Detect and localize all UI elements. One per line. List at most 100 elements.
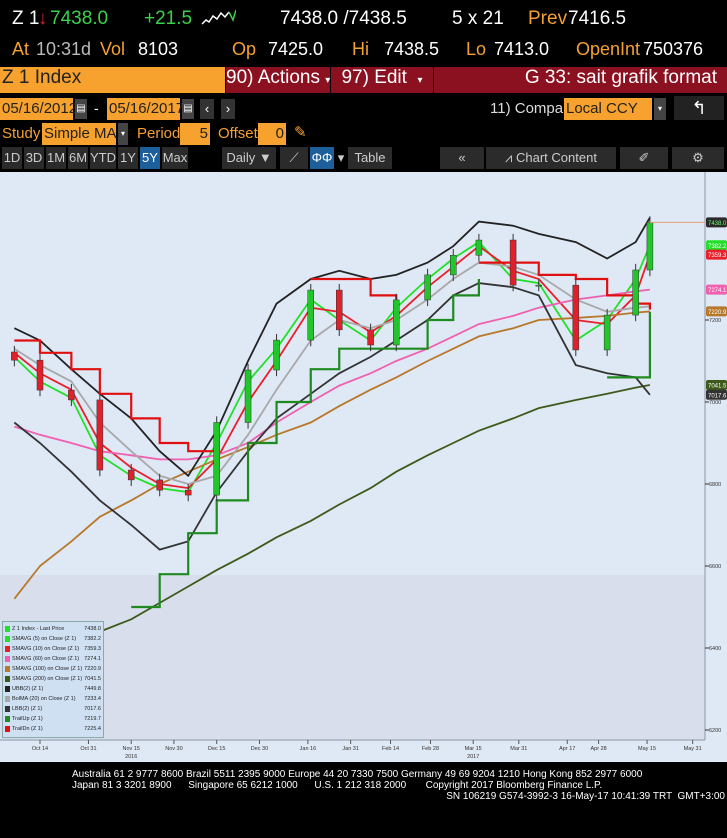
legend-value: 7219.7: [84, 716, 101, 722]
price-tag-label: 7017.6: [708, 393, 727, 399]
pencil-icon[interactable]: ✎: [294, 123, 307, 141]
table-button[interactable]: Table: [348, 147, 392, 169]
gear-icon[interactable]: ⚙: [672, 147, 724, 169]
calendar-icon[interactable]: ▤: [182, 99, 194, 119]
candle-body: [393, 299, 400, 346]
price-chart[interactable]: 6200 6400 6600 6800 7000 7200 Oct 14 Oct 31 Nov …: [0, 172, 727, 762]
next-range-button[interactable]: ›: [221, 99, 235, 119]
x-tick-label: Dec 30: [251, 746, 268, 752]
at-label: At: [12, 39, 30, 59]
chart-content-button[interactable]: ⩘ Chart Content: [486, 147, 616, 169]
prev-label: Prev: [528, 8, 568, 29]
candlestick-icon[interactable]: ΦΦ: [310, 147, 334, 169]
period-button-1d[interactable]: 1D: [2, 147, 22, 169]
dropdown-icon: ▾: [417, 75, 423, 86]
high-label: Hi: [352, 39, 369, 59]
candle-body: [336, 289, 343, 331]
year-label: 2016: [125, 754, 137, 760]
x-tick-label: Apr 28: [590, 746, 606, 752]
candle-body: [646, 222, 654, 271]
legend-label: LBB(2) (Z 1): [12, 706, 43, 712]
period-input[interactable]: 5: [180, 123, 210, 145]
openint-label: OpenInt: [576, 39, 641, 59]
legend-value: 7041.5: [84, 676, 101, 682]
edit-menu[interactable]: 97) Edit ▾: [331, 67, 433, 93]
legend-label: UBB(2) (Z 1): [12, 686, 44, 692]
chart-legend: Z 1 Index - Last Price 7438.0 SMAVG (5) on…: [2, 621, 104, 738]
price-tag-label: 7438.0: [708, 221, 727, 227]
period-button-max[interactable]: Max: [162, 147, 188, 169]
bid-ask: 7438.0 /7438.5: [280, 8, 407, 29]
frequency-select[interactable]: Daily ▼: [222, 147, 276, 169]
security-field[interactable]: Z 1 Index: [0, 67, 225, 93]
sparkline-icon: [201, 9, 236, 25]
x-tick-label: Mar 31: [510, 746, 527, 752]
candle-body: [273, 339, 280, 371]
currency-select[interactable]: Local CCY: [564, 98, 652, 120]
candle-body: [450, 254, 457, 276]
prev-range-button[interactable]: ‹: [200, 99, 214, 119]
candle-body: [632, 269, 639, 316]
down-arrow-icon: ↓: [38, 8, 48, 29]
dropdown-icon: ▾: [325, 75, 331, 86]
plot-lower-band: [0, 575, 705, 740]
x-tick-label: Mar 15: [465, 746, 482, 752]
legend-item: SMAVG (60) on Close (Z 1) 7274.1: [5, 654, 101, 664]
x-tick-label: May 31: [684, 746, 702, 752]
bid-ask-size: 5 x 21: [452, 8, 504, 29]
x-tick-label: Jan 16: [300, 746, 317, 752]
period-button-6m[interactable]: 6M: [68, 147, 88, 169]
calendar-icon[interactable]: ▤: [75, 99, 87, 119]
legend-item: BolMA (20) on Close (Z 1) 7233.4: [5, 694, 101, 704]
openint-value: 750376: [643, 39, 704, 59]
x-tick-label: Apr 17: [559, 746, 575, 752]
ticker: Z 1: [12, 8, 40, 29]
end-date-input[interactable]: 05/16/2017: [107, 98, 184, 120]
high-value: 7438.5: [384, 39, 440, 59]
legend-value: 7449.8: [84, 686, 101, 692]
period-button-1m[interactable]: 1M: [46, 147, 66, 169]
price-tag-label: 7359.3: [708, 253, 727, 259]
collapse-button[interactable]: «: [440, 147, 484, 169]
back-arrow-button[interactable]: ↰: [674, 96, 724, 120]
candle-body: [603, 314, 611, 351]
study-select[interactable]: Simple MA: [42, 123, 117, 145]
legend-label: SMAVG (200) on Close (Z 1): [12, 676, 83, 682]
dropdown-icon[interactable]: ▾: [336, 147, 346, 169]
legend-item: LBB(2) (Z 1) 7017.6: [5, 704, 101, 714]
legend-label: SMAVG (5) on Close (Z 1): [12, 636, 77, 642]
candle-body: [424, 274, 431, 301]
y-tick-label: 7000: [709, 400, 721, 406]
legend-label: TrailUp (Z 1): [12, 716, 43, 722]
candle-body: [68, 389, 75, 401]
actions-menu[interactable]: 90) Actions ▾: [226, 67, 330, 93]
open-value: 7425.0: [268, 39, 324, 59]
volume: 8103: [138, 39, 179, 59]
legend-swatch: [5, 706, 10, 712]
candle-body: [475, 239, 483, 256]
price-tag-label: 7220.9: [708, 310, 727, 316]
candle-body: [156, 479, 163, 491]
period-button-1y[interactable]: 1Y: [118, 147, 138, 169]
annotate-icon[interactable]: ✐: [620, 147, 668, 169]
footer-session: SN 106219 G574-3992-3 16-May-17 10:41:39…: [446, 791, 725, 802]
footer-copyright: Japan 81 3 3201 8900 Singapore 65 6212 1…: [72, 780, 603, 791]
line-chart-icon[interactable]: ⟋: [280, 147, 308, 169]
start-date-input[interactable]: 05/16/2012: [0, 98, 77, 120]
x-tick-label: May 15: [638, 746, 656, 752]
net-change: +21.5: [144, 8, 193, 29]
legend-label: SMAVG (60) on Close (Z 1): [12, 656, 80, 662]
dropdown-icon[interactable]: ▾: [118, 123, 128, 145]
dropdown-icon[interactable]: ▾: [654, 98, 666, 120]
offset-input[interactable]: 0: [258, 123, 286, 145]
period-button-5y[interactable]: 5Y: [140, 147, 160, 169]
x-tick-label: Oct 14: [32, 746, 48, 752]
period-button-ytd[interactable]: YTD: [90, 147, 116, 169]
legend-value: 7382.2: [84, 636, 101, 642]
candle-body: [36, 359, 44, 391]
trade-time: 10:31d: [36, 39, 92, 59]
y-tick-label: 7200: [709, 318, 721, 324]
low-value: 7413.0: [494, 39, 550, 59]
period-button-3d[interactable]: 3D: [24, 147, 44, 169]
legend-value: 7225.4: [84, 726, 101, 732]
